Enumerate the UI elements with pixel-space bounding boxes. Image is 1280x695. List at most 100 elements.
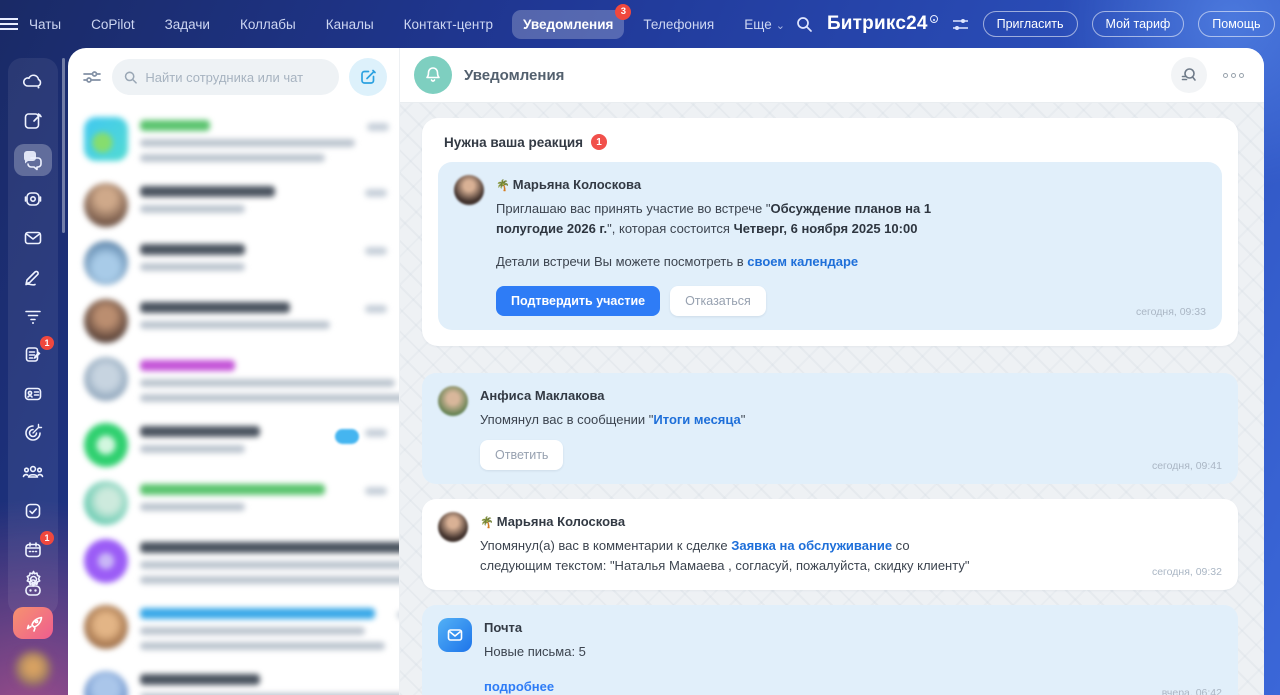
nav-item-коллабы[interactable]: Коллабы — [229, 10, 307, 39]
hamburger-menu-icon[interactable] — [0, 18, 18, 30]
nav-item-уведомления[interactable]: Уведомления3 — [512, 10, 624, 39]
chat-name-blurred — [140, 302, 290, 313]
left-sidebar: 1 1 — [0, 48, 68, 695]
chat-list — [68, 106, 399, 695]
chat-avatar — [84, 117, 128, 161]
chat-list-item[interactable] — [82, 474, 389, 532]
nav-item-еще[interactable]: Еще⌄ — [733, 10, 796, 39]
chat-time-blurred — [365, 305, 387, 313]
chat-time-blurred — [365, 189, 387, 197]
sliders-icon[interactable] — [952, 17, 969, 32]
deal-mention-text[interactable]: Упомянул(а) вас в комментарии к сделке З… — [480, 536, 975, 576]
copilot-cloud-icon[interactable] — [14, 66, 52, 98]
calendar-icon[interactable]: 1 — [14, 534, 52, 566]
chat-preview-blurred — [140, 379, 395, 387]
confirm-participation-button[interactable]: Подтвердить участие — [496, 286, 660, 316]
search-icon — [124, 70, 137, 85]
invite-button[interactable]: Пригласить — [983, 11, 1078, 37]
palm-emoji-icon: 🌴 — [496, 180, 510, 192]
avatar[interactable] — [454, 175, 484, 205]
search-icon[interactable] — [796, 16, 813, 33]
avatar[interactable] — [438, 386, 468, 416]
nav-item-телефония[interactable]: Телефония — [632, 10, 725, 39]
chat-panel-header — [68, 48, 399, 106]
nav-item-контакт-центр[interactable]: Контакт-центр — [393, 10, 504, 39]
chat-preview-blurred — [140, 445, 245, 453]
meeting-calendar-line[interactable]: Детали встречи Вы можете посмотреть в св… — [496, 252, 991, 272]
mail-icon[interactable] — [14, 222, 52, 254]
chat-avatar — [84, 241, 128, 285]
chat-list-item[interactable] — [82, 598, 389, 664]
filter-icon[interactable] — [82, 68, 102, 86]
docs-icon[interactable]: 1 — [14, 339, 52, 371]
chat-name-blurred — [140, 484, 325, 495]
settings-gear-icon[interactable] — [14, 563, 52, 595]
chat-search[interactable] — [112, 59, 339, 95]
market-rocket-icon[interactable] — [13, 607, 53, 639]
crm-target-icon[interactable] — [14, 417, 52, 449]
chat-list-item[interactable] — [82, 664, 389, 695]
nav-item-copilot[interactable]: CoPilot — [80, 10, 146, 39]
sidebar-rail: 1 1 — [8, 58, 58, 615]
sidebar-user-avatar[interactable] — [15, 651, 51, 687]
video-robot-icon[interactable] — [14, 183, 52, 215]
notification-mention-message: Анфиса Маклакова Упомянул вас в сообщени… — [422, 373, 1238, 484]
help-button[interactable]: Помощь — [1198, 11, 1274, 37]
compose-chat-button[interactable] — [349, 58, 387, 96]
chat-list-item[interactable] — [82, 350, 389, 416]
chat-list-item[interactable] — [82, 292, 389, 350]
avatar[interactable] — [438, 512, 468, 542]
feed-note-icon[interactable] — [14, 105, 52, 137]
chat-list-item[interactable] — [82, 532, 389, 598]
timestamp: вчера, 06:42 — [1162, 687, 1222, 695]
chat-avatar — [84, 539, 128, 583]
chat-list-item[interactable] — [82, 176, 389, 234]
sender-name[interactable]: 🌴Марьяна Колоскова — [480, 512, 1222, 532]
tasks-check-icon[interactable] — [14, 495, 52, 527]
notification-search-icon[interactable] — [1171, 57, 1207, 93]
mention-text[interactable]: Упомянул вас в сообщении "Итоги месяца" — [480, 410, 975, 430]
chat-preview-blurred — [140, 561, 399, 569]
chat-list-item[interactable] — [82, 416, 389, 474]
chat-avatar — [84, 423, 128, 467]
chat-time-blurred — [367, 123, 389, 131]
bell-icon — [414, 56, 452, 94]
sidebar-scrollbar[interactable] — [62, 58, 65, 233]
people-icon[interactable] — [14, 456, 52, 488]
mail-title[interactable]: Почта — [484, 618, 1222, 638]
chat-preview-blurred — [140, 263, 245, 271]
notifications-header: Уведомления — [400, 48, 1264, 103]
decline-button[interactable]: Отказаться — [670, 286, 766, 316]
messenger-icon[interactable] — [14, 144, 52, 176]
sender-name[interactable]: 🌴Марьяна Колоскова — [496, 175, 1206, 195]
nav-item-чаты[interactable]: Чаты — [18, 10, 72, 39]
chat-list-item[interactable] — [82, 110, 389, 176]
reply-button[interactable]: Ответить — [480, 440, 563, 470]
nav-item-задачи[interactable]: Задачи — [154, 10, 221, 39]
chat-preview-blurred — [140, 205, 245, 213]
chat-time-blurred — [365, 487, 387, 495]
section-badge: 1 — [591, 134, 607, 150]
chat-list-item[interactable] — [82, 234, 389, 292]
chat-preview-blurred — [140, 642, 385, 650]
topbar-right: Битрикс24 Пригласить Мой тариф Помощь 09… — [796, 11, 1280, 37]
mail-app-icon[interactable] — [438, 618, 472, 652]
mail-text: Новые письма: 5 — [484, 642, 979, 662]
timestamp: сегодня, 09:41 — [1152, 460, 1222, 472]
chat-search-input[interactable] — [145, 70, 327, 85]
more-link[interactable]: подробнее — [484, 677, 554, 695]
more-menu-icon[interactable] — [1221, 67, 1246, 84]
idcard-icon[interactable] — [14, 378, 52, 410]
chat-preview-blurred — [140, 627, 365, 635]
sender-name[interactable]: Анфиса Маклакова — [480, 386, 1222, 406]
chat-avatar — [84, 183, 128, 227]
funnel-icon[interactable] — [14, 300, 52, 332]
sign-pen-icon[interactable] — [14, 261, 52, 293]
chat-time-blurred — [365, 429, 387, 437]
chat-name-blurred — [140, 542, 399, 553]
top-bar: Чаты CoPilot Задачи Коллабы Каналы Контакт-це… — [0, 0, 1280, 48]
chat-preview-blurred — [140, 154, 325, 162]
nav-item-каналы[interactable]: Каналы — [315, 10, 385, 39]
tariff-button[interactable]: Мой тариф — [1092, 11, 1185, 37]
notification-mail: Почта Новые письма: 5 подробнее вчера, 0… — [422, 605, 1238, 695]
